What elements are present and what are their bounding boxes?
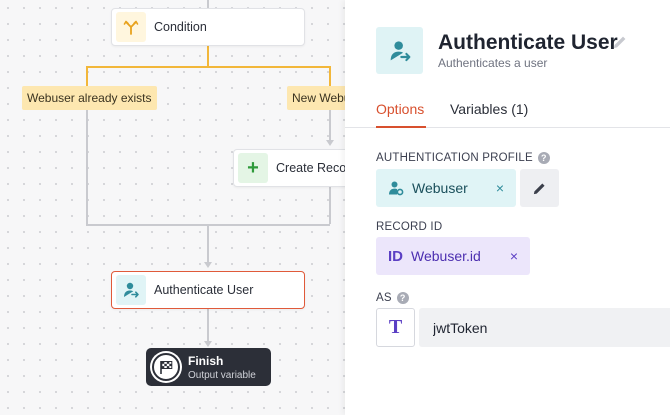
finish-node-title: Finish	[188, 353, 224, 368]
record-id-label: RECORD ID	[376, 221, 442, 233]
condition-node-label: Condition	[154, 20, 207, 34]
authenticate-user-node[interactable]: Authenticate User	[111, 271, 305, 309]
connector-branch-left	[86, 66, 88, 86]
create-record-node-label: Create Record	[276, 161, 345, 175]
as-label-text: AS	[376, 292, 392, 304]
connector-to-finish	[207, 309, 209, 341]
record-id-label-text: RECORD ID	[376, 221, 443, 233]
branch-fork-icon	[116, 12, 146, 42]
arrow-to-auth	[204, 262, 212, 268]
auth-profile-label-text: AUTHENTICATION PROFILE	[376, 152, 533, 164]
connector-top	[207, 0, 209, 8]
finish-node-subtitle: Output variable	[188, 369, 256, 381]
as-label: AS ?	[376, 292, 409, 304]
tab-variables[interactable]: Variables (1)	[450, 101, 528, 117]
as-variable-input[interactable]	[419, 308, 670, 347]
user-settings-icon	[388, 180, 404, 196]
arrow-to-create	[326, 140, 334, 146]
panel-title: Authenticate User	[438, 31, 618, 54]
create-record-node[interactable]: + Create Record	[233, 149, 345, 187]
auth-profile-value: Webuser	[412, 180, 468, 196]
pencil-icon[interactable]	[612, 34, 628, 55]
help-icon[interactable]: ?	[537, 152, 550, 164]
branch-label-new[interactable]: New Webuser	[287, 86, 345, 110]
branch-label-existing[interactable]: Webuser already exists	[22, 86, 157, 110]
variable-type-button[interactable]: T	[376, 308, 415, 347]
tab-active-indicator	[376, 126, 426, 128]
finish-node[interactable]: Finish Output variable	[146, 348, 271, 386]
user-login-icon	[376, 27, 423, 74]
id-badge-icon: ID	[388, 247, 403, 265]
connector-condition-down	[207, 46, 209, 66]
flow-canvas[interactable]: Condition Webuser already exists New Web…	[0, 0, 345, 415]
user-login-icon	[116, 275, 146, 305]
condition-node[interactable]: Condition	[111, 8, 305, 46]
record-id-chip[interactable]: ID Webuser.id ×	[376, 237, 530, 275]
connector-branch-right	[329, 66, 331, 86]
connector-right-down	[329, 110, 331, 140]
connector-to-auth	[207, 224, 209, 262]
arrow-to-finish	[204, 341, 212, 347]
connector-branch-horizontal	[86, 66, 330, 68]
connector-left-down	[86, 110, 88, 224]
node-settings-panel: Authenticate User Authenticates a user O…	[345, 0, 670, 415]
panel-tabs: Options Variables (1)	[345, 92, 670, 128]
checkered-flag-icon	[152, 353, 180, 381]
close-icon[interactable]: ×	[496, 180, 504, 196]
tab-options[interactable]: Options	[376, 101, 424, 117]
help-icon[interactable]: ?	[396, 292, 409, 304]
edit-auth-profile-button[interactable]	[520, 169, 559, 207]
record-id-value: Webuser.id	[411, 248, 481, 264]
close-icon[interactable]: ×	[510, 248, 518, 264]
pencil-icon	[532, 181, 547, 196]
panel-subtitle: Authenticates a user	[438, 56, 548, 70]
plus-icon: +	[238, 153, 268, 183]
auth-profile-chip[interactable]: Webuser ×	[376, 169, 516, 207]
connector-create-down	[329, 186, 331, 224]
auth-profile-label: AUTHENTICATION PROFILE ?	[376, 152, 550, 164]
authenticate-user-node-label: Authenticate User	[154, 283, 254, 297]
finish-node-text: Finish Output variable	[188, 354, 256, 381]
